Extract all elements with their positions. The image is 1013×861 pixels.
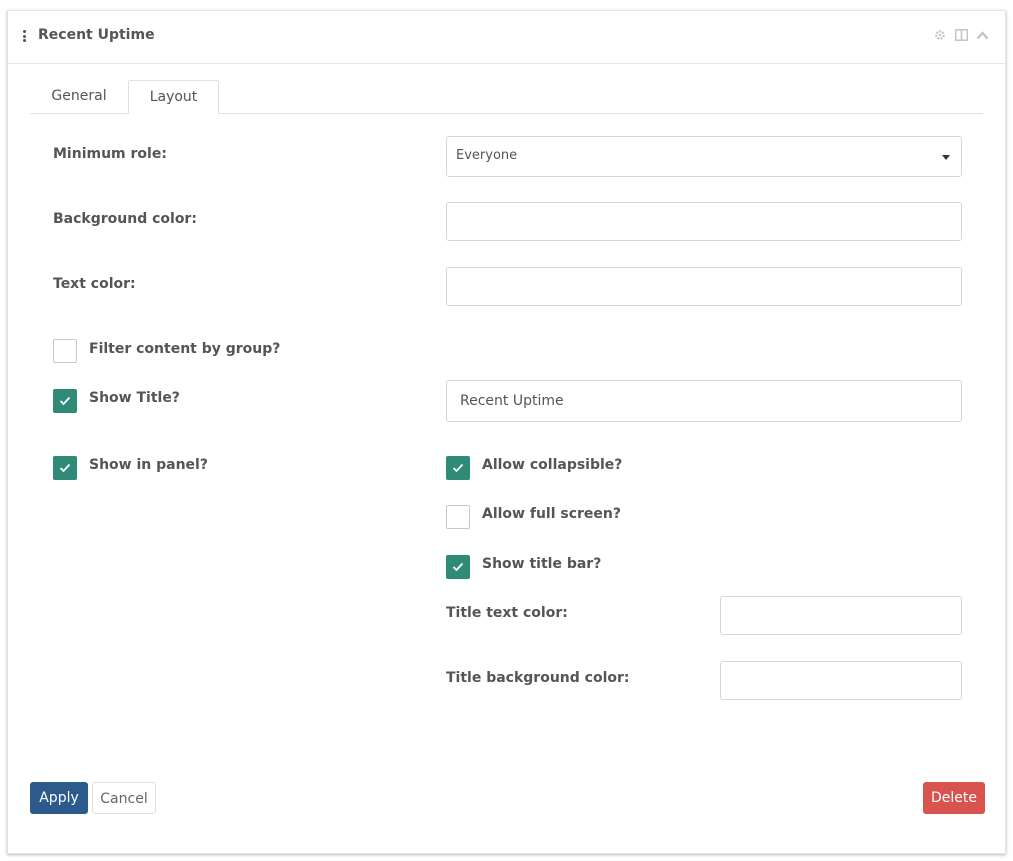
minimum-role-select[interactable]: Everyone: [446, 136, 962, 177]
title-text-color-input[interactable]: [720, 596, 962, 635]
title-input[interactable]: Recent Uptime: [446, 380, 962, 422]
text-color-input[interactable]: [446, 267, 962, 306]
allow-full-screen-checkbox[interactable]: [446, 505, 470, 529]
gear-icon[interactable]: [933, 28, 947, 42]
checkmark-icon: [59, 463, 71, 473]
show-title-checkbox[interactable]: [53, 389, 77, 413]
title-background-color-label: Title background color:: [446, 670, 630, 686]
tab-general[interactable]: General: [30, 80, 128, 113]
chevron-up-icon[interactable]: [975, 28, 989, 42]
caret-down-icon: [942, 155, 950, 160]
minimum-role-value: Everyone: [456, 148, 518, 163]
allow-collapsible-label: Allow collapsible?: [482, 457, 623, 473]
checkmark-icon: [452, 562, 464, 572]
allow-collapsible-checkbox[interactable]: [446, 456, 470, 480]
cancel-button[interactable]: Cancel: [92, 782, 156, 814]
minimum-role-label: Minimum role:: [53, 146, 167, 162]
checkmark-icon: [452, 463, 464, 473]
show-in-panel-checkbox[interactable]: [53, 456, 77, 480]
text-color-label: Text color:: [53, 276, 136, 292]
title-text-color-label: Title text color:: [446, 605, 568, 621]
checkmark-icon: [59, 396, 71, 406]
show-title-label: Show Title?: [89, 390, 180, 406]
filter-by-group-label: Filter content by group?: [89, 341, 281, 357]
tab-layout[interactable]: Layout: [128, 80, 219, 114]
background-color-input[interactable]: [446, 202, 962, 241]
drag-handle-icon[interactable]: [23, 30, 27, 42]
tab-bar: General Layout: [30, 80, 983, 114]
apply-button[interactable]: Apply: [30, 782, 88, 814]
delete-button[interactable]: Delete: [923, 782, 985, 814]
show-title-bar-label: Show title bar?: [482, 556, 602, 572]
panel-title: Recent Uptime: [38, 27, 155, 43]
filter-by-group-checkbox[interactable]: [53, 339, 77, 363]
widget-panel: Recent Uptime General Layout Minimum rol…: [7, 10, 1006, 854]
columns-icon[interactable]: [954, 28, 968, 42]
show-in-panel-label: Show in panel?: [89, 457, 208, 473]
title-input-value: Recent Uptime: [460, 393, 564, 409]
panel-header: Recent Uptime: [8, 11, 1005, 64]
title-background-color-input[interactable]: [720, 661, 962, 700]
show-title-bar-checkbox[interactable]: [446, 555, 470, 579]
allow-full-screen-label: Allow full screen?: [482, 506, 622, 522]
background-color-label: Background color:: [53, 211, 197, 227]
